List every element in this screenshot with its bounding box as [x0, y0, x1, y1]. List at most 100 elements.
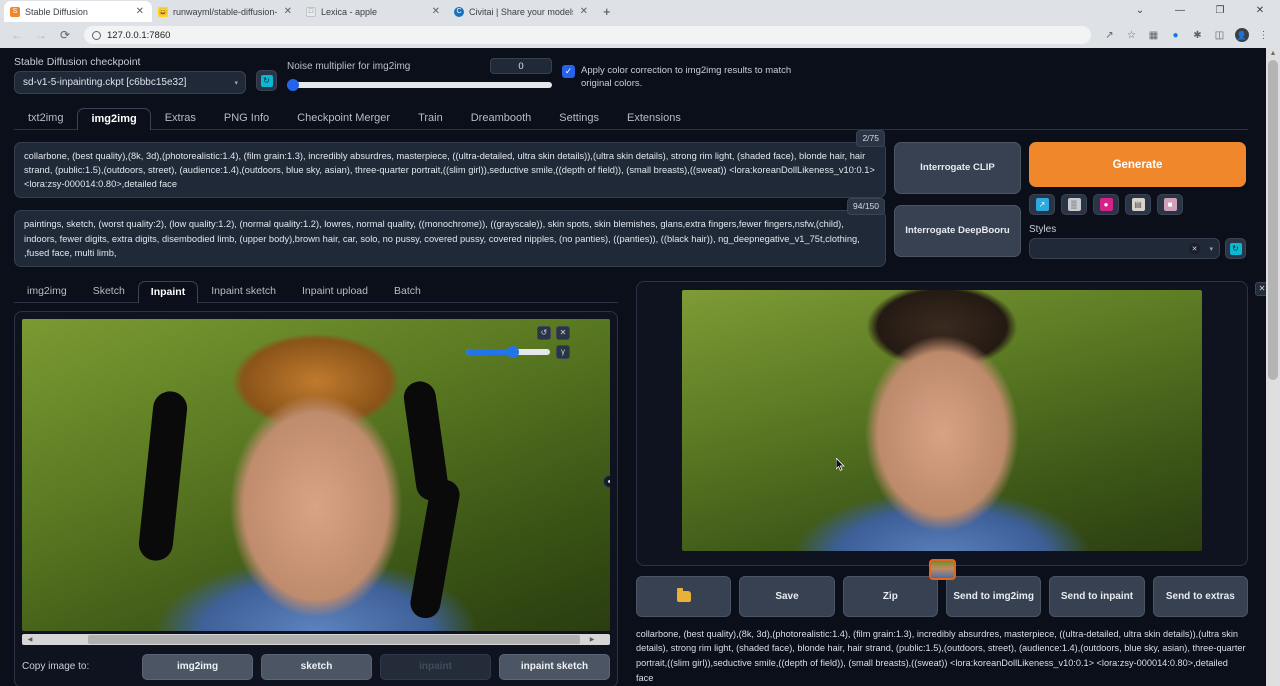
generate-button[interactable]: Generate	[1029, 142, 1246, 187]
window-controls: ⌄ — ❐ ✕	[1120, 0, 1280, 22]
send-to-inpaint-button[interactable]: Send to inpaint	[1049, 576, 1144, 617]
minimize-button[interactable]: —	[1160, 0, 1200, 22]
browser-tabstrip: S Stable Diffusion ✕ 😄 runwayml/stable-d…	[0, 0, 1280, 22]
checkpoint-select[interactable]: sd-v1-5-inpainting.ckpt [c6bbc15e32] ▾	[14, 71, 246, 94]
copy-to-sketch-button[interactable]: sketch	[261, 654, 372, 680]
send-to-img2img-button[interactable]: Send to img2img	[946, 576, 1041, 617]
copy-to-inpaint-sketch-button[interactable]: inpaint sketch	[499, 654, 610, 680]
tab-checkpoint-merger[interactable]: Checkpoint Merger	[283, 107, 404, 129]
page-scrollbar[interactable]: ▲	[1266, 48, 1280, 686]
trash-grid-icon-button[interactable]: ▒	[1061, 194, 1087, 215]
tab-extras[interactable]: Extras	[151, 107, 210, 129]
scroll-right-arrow-icon[interactable]: ▶	[586, 636, 598, 643]
subtab-img2img[interactable]: img2img	[14, 280, 80, 302]
subtab-inpaint-upload[interactable]: Inpaint upload	[289, 280, 381, 302]
noise-multiplier-label: Noise multiplier for img2img	[287, 61, 410, 72]
menu-icon[interactable]: ⋮	[1253, 25, 1274, 46]
tab-close-icon[interactable]: ✕	[134, 6, 146, 17]
huggingface-icon: 😄	[158, 7, 168, 17]
back-icon[interactable]: ←	[6, 24, 28, 46]
subtab-inpaint-sketch[interactable]: Inpaint sketch	[198, 280, 289, 302]
palette-icon-button[interactable]: ●	[1093, 194, 1119, 215]
copy-to-img2img-button[interactable]: img2img	[142, 654, 253, 680]
clear-icon[interactable]: ✕	[556, 326, 570, 340]
brush-size-slider[interactable]	[466, 349, 550, 355]
maximize-button[interactable]: ❐	[1200, 0, 1240, 22]
styles-label: Styles	[1029, 224, 1246, 235]
styles-select[interactable]: ✕ ▾	[1029, 238, 1220, 259]
extension-theater-icon[interactable]: ▦	[1143, 25, 1164, 46]
tab-png-info[interactable]: PNG Info	[210, 107, 283, 129]
tab-txt2img[interactable]: txt2img	[14, 107, 77, 129]
tab-close-icon[interactable]: ✕	[282, 6, 294, 17]
refresh-checkpoint-button[interactable]: ↻	[256, 70, 277, 91]
prompt-textarea[interactable]: 2/75 collarbone, (best quality),(8k, 3d)…	[14, 142, 886, 198]
resize-handle-icon[interactable]	[603, 475, 610, 488]
color-correction-group[interactable]: ✓ Apply color correction to img2img resu…	[562, 65, 802, 91]
tab-search-icon[interactable]: ⌄	[1120, 0, 1160, 22]
inpaint-canvas[interactable]: ↺ ✕ γ	[22, 319, 610, 631]
save-style-icon: ■	[1164, 198, 1177, 211]
prompt-text: collarbone, (best quality),(8k, 3d),(pho…	[24, 151, 875, 189]
prompt-tool-icons: ↗ ▒ ● ▤ ■	[1029, 194, 1246, 215]
send-to-extras-button[interactable]: Send to extras	[1153, 576, 1248, 617]
interrogate-clip-button[interactable]: Interrogate CLIP	[894, 142, 1021, 194]
tab-settings[interactable]: Settings	[545, 107, 613, 129]
close-icon[interactable]: ✕	[1189, 243, 1200, 254]
tab-close-icon[interactable]: ✕	[578, 6, 590, 17]
profile-icon[interactable]: 👤	[1231, 25, 1252, 46]
clipboard-icon-button[interactable]: ▤	[1125, 194, 1151, 215]
slider-knob[interactable]	[287, 79, 299, 91]
tab-img2img[interactable]: img2img	[77, 108, 150, 130]
noise-multiplier-slider[interactable]	[287, 82, 552, 88]
result-thumbnail[interactable]	[929, 559, 956, 580]
top-settings-row: Stable Diffusion checkpoint sd-v1-5-inpa…	[14, 56, 1248, 94]
tab-dreambooth[interactable]: Dreambooth	[457, 107, 546, 129]
tab-train[interactable]: Train	[404, 107, 457, 129]
subtab-inpaint[interactable]: Inpaint	[138, 281, 198, 303]
noise-multiplier-group: Noise multiplier for img2img 0	[287, 58, 552, 88]
reload-icon[interactable]: ⟳	[54, 24, 76, 46]
scroll-left-arrow-icon[interactable]: ◀	[24, 636, 36, 643]
color-correction-checkbox[interactable]: ✓	[562, 65, 575, 78]
browser-tab-3[interactable]: C Civitai | Share your models ✕	[448, 1, 596, 22]
browser-tab-1[interactable]: 😄 runwayml/stable-diffusion-inpa ✕	[152, 1, 300, 22]
paste-arrow-icon-button[interactable]: ↗	[1029, 194, 1055, 215]
refresh-styles-button[interactable]: ↻	[1225, 238, 1246, 259]
subtab-sketch[interactable]: Sketch	[80, 280, 138, 302]
address-bar[interactable]: info-icon 127.0.0.1:7860	[84, 26, 1091, 44]
share-icon[interactable]: ↗	[1099, 25, 1120, 46]
zip-button[interactable]: Zip	[843, 576, 938, 617]
puzzle-icon[interactable]: ✱	[1187, 25, 1208, 46]
sidepanel-icon[interactable]: ◫	[1209, 25, 1230, 46]
close-window-button[interactable]: ✕	[1240, 0, 1280, 22]
generated-image[interactable]	[682, 290, 1202, 551]
brush-icon[interactable]: γ	[556, 345, 570, 359]
tab-close-icon[interactable]: ✕	[430, 6, 442, 17]
save-style-icon-button[interactable]: ■	[1157, 194, 1183, 215]
undo-icon[interactable]: ↺	[537, 326, 551, 340]
scrollbar-thumb[interactable]	[1268, 60, 1278, 380]
source-image	[22, 319, 610, 631]
browser-tab-2[interactable]: □ Lexica - apple ✕	[300, 1, 448, 22]
negative-prompt-textarea[interactable]: 94/150 paintings, sketch, (worst quality…	[14, 210, 886, 266]
subtab-batch[interactable]: Batch	[381, 280, 434, 302]
new-tab-button[interactable]: +	[596, 1, 618, 22]
canvas-horizontal-scrollbar[interactable]: ◀ ▶	[22, 634, 610, 645]
copy-to-inpaint-button: inpaint	[380, 654, 491, 680]
chevron-down-icon: ▾	[234, 79, 238, 87]
noise-multiplier-value[interactable]: 0	[490, 58, 552, 74]
star-icon[interactable]: ☆	[1121, 25, 1142, 46]
result-info-text: collarbone, (best quality),(8k, 3d),(pho…	[636, 627, 1246, 686]
save-button[interactable]: Save	[739, 576, 834, 617]
tab-extensions[interactable]: Extensions	[613, 107, 695, 129]
slider-knob[interactable]	[507, 346, 519, 358]
interrogate-deepbooru-button[interactable]: Interrogate DeepBooru	[894, 205, 1021, 257]
open-folder-button[interactable]	[636, 576, 731, 617]
browser-tab-0[interactable]: S Stable Diffusion ✕	[4, 1, 152, 22]
progress-icon[interactable]: ●	[1165, 25, 1186, 46]
forward-icon[interactable]: →	[30, 24, 52, 46]
scroll-up-arrow-icon[interactable]: ▲	[1266, 48, 1280, 60]
scrollbar-thumb[interactable]	[88, 635, 580, 644]
styles-row: ✕ ▾ ↻	[1029, 238, 1246, 259]
